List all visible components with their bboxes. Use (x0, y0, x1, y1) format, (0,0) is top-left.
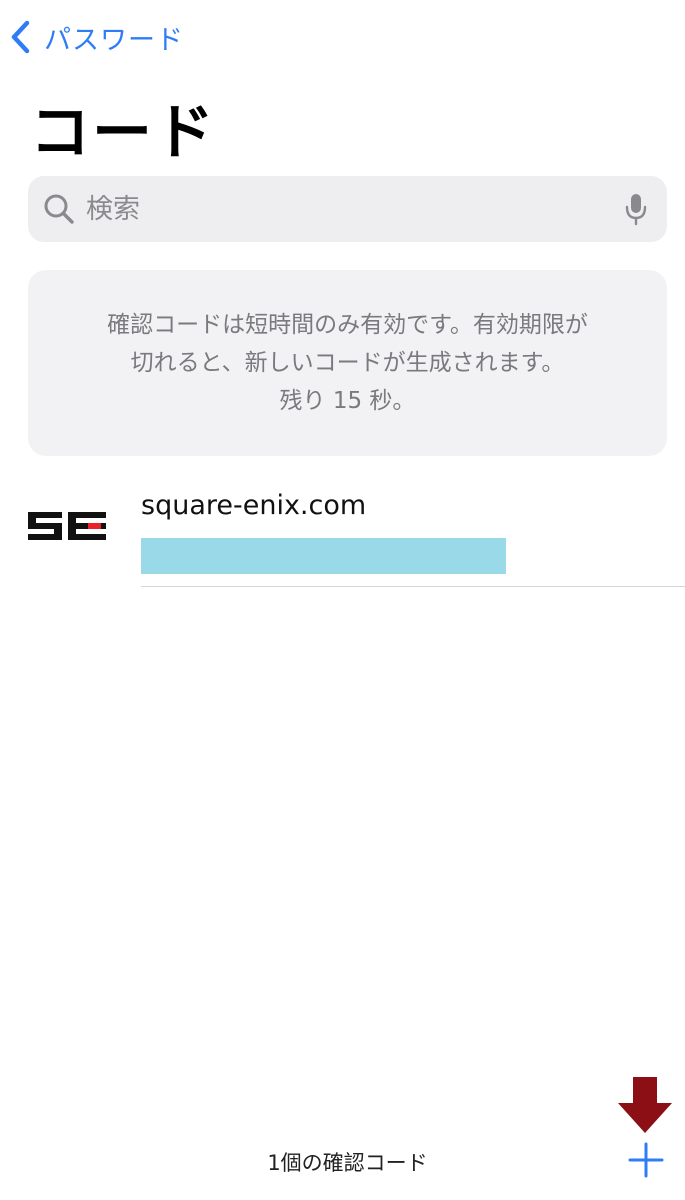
site-name: square-enix.com (141, 490, 367, 521)
codes-screen: パスワード コード 確認コードは短時間のみ有効です。有効期限が 切れると、新しい… (0, 0, 685, 1200)
back-button[interactable]: パスワード (10, 14, 184, 60)
mic-icon[interactable] (623, 192, 649, 226)
row-divider (141, 586, 685, 587)
search-icon (44, 194, 74, 224)
info-card: 確認コードは短時間のみ有効です。有効期限が 切れると、新しいコードが生成されます… (28, 270, 667, 456)
arrow-down-icon (618, 1077, 672, 1133)
chevron-left-icon (11, 20, 30, 54)
page-title: コード (30, 98, 216, 168)
list-item[interactable]: square-enix.com (0, 474, 685, 588)
plus-icon[interactable] (626, 1140, 666, 1180)
redacted-code (141, 538, 506, 574)
square-enix-logo (26, 484, 108, 566)
search-input[interactable] (86, 176, 623, 242)
back-button-label: パスワード (44, 24, 184, 56)
search-bar[interactable] (28, 176, 667, 242)
info-text: 確認コードは短時間のみ有効です。有効期限が 切れると、新しいコードが生成されます… (107, 312, 588, 414)
code-count-label: 1個の確認コード (267, 1151, 428, 1175)
